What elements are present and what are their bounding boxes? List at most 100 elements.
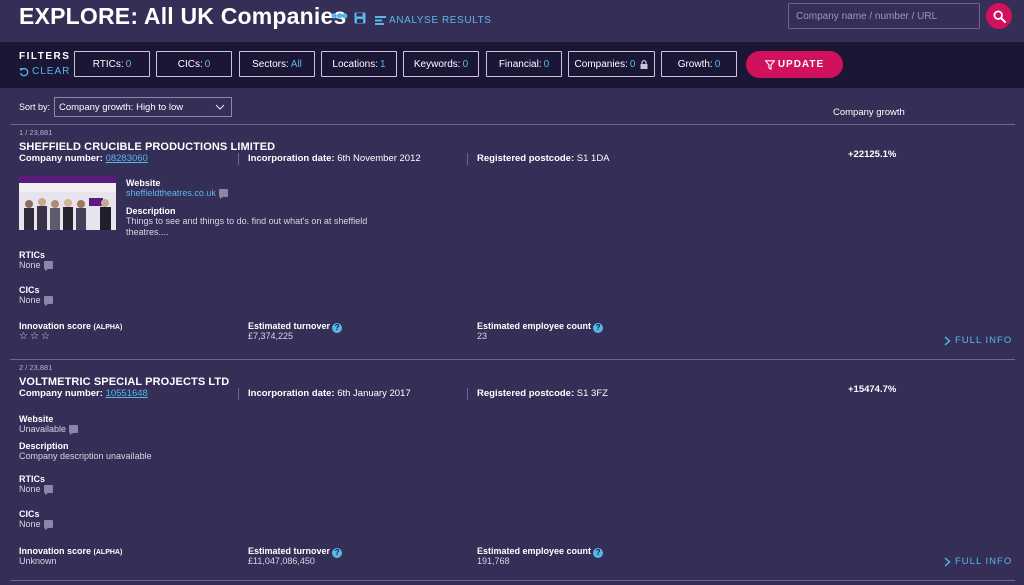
help-icon[interactable]: ? xyxy=(332,547,343,558)
comment-icon[interactable] xyxy=(69,425,79,435)
company-growth-column-header: Company growth xyxy=(833,107,905,118)
page-title: EXPLORE: All UK Companies xyxy=(19,3,347,29)
full-info-button[interactable]: FULL INFO xyxy=(944,556,1012,567)
comment-icon[interactable] xyxy=(218,189,228,199)
filter-growth-value: 0 xyxy=(714,58,721,70)
filter-rtics[interactable]: RTICs: 0 xyxy=(74,51,150,77)
incorporation-date-label: Incorporation date: xyxy=(248,153,335,164)
sort-select[interactable]: Company growth: High to low xyxy=(54,97,232,117)
result-count: 1 / 23,881 xyxy=(19,128,53,137)
employee-count-label: Estimated employee count? xyxy=(477,321,604,333)
growth-value: +15474.7% xyxy=(848,384,897,395)
divider xyxy=(10,124,1015,125)
postcode-label: Registered postcode: xyxy=(477,153,575,164)
company-name-link[interactable]: SHEFFIELD CRUCIBLE PRODUCTIONS LIMITED xyxy=(19,141,275,153)
rtics-value: None xyxy=(19,260,41,270)
analyse-results-button[interactable]: ANALYSE RESULTS xyxy=(375,15,492,26)
filter-rtics-value: 0 xyxy=(125,58,132,70)
filter-growth[interactable]: Growth: 0 xyxy=(661,51,737,77)
divider xyxy=(467,388,468,400)
website-thumbnail[interactable] xyxy=(19,176,116,230)
divider xyxy=(10,359,1015,360)
chevron-right-icon xyxy=(944,335,951,346)
comment-icon[interactable] xyxy=(43,261,53,271)
company-number-link[interactable]: 08283060 xyxy=(106,153,148,164)
thumbnail-image xyxy=(19,192,116,230)
employee-count-label-text: Estimated employee count xyxy=(477,546,592,556)
incorporation-date-value: 6th November 2012 xyxy=(337,153,421,164)
analyse-icon xyxy=(375,16,386,25)
website-link[interactable]: sheffieldtheatres.co.uk xyxy=(126,188,216,198)
help-icon[interactable]: ? xyxy=(593,322,604,333)
help-icon[interactable]: ? xyxy=(593,547,604,558)
alpha-tag: (ALPHA) xyxy=(93,549,123,556)
filter-financial[interactable]: Financial: 0 xyxy=(486,51,562,77)
comment-icon[interactable] xyxy=(43,296,53,306)
turnover-value: £11,047,086,450 xyxy=(248,556,315,566)
lock-icon xyxy=(640,59,648,69)
comment-icon[interactable] xyxy=(43,520,53,530)
page-header: EXPLORE: All UK Companies ••• ANALYSE RE… xyxy=(0,0,1024,42)
company-number-field: Company number: 10551648 xyxy=(19,388,148,399)
description-label: Description xyxy=(126,206,176,216)
cics-field: None xyxy=(19,519,53,530)
rtics-field: None xyxy=(19,260,53,271)
incorporation-date-value: 6th January 2017 xyxy=(337,388,411,399)
result-count: 2 / 23,881 xyxy=(19,363,53,372)
chevron-down-icon xyxy=(215,104,225,110)
floppy-disk-icon[interactable] xyxy=(354,12,366,24)
full-info-label: FULL INFO xyxy=(955,556,1013,567)
thumbnail-header xyxy=(19,176,116,183)
incorporation-date-field: Incorporation date: 6th November 2012 xyxy=(248,153,421,164)
clear-filters-button[interactable]: CLEAR xyxy=(19,66,70,77)
postcode-field: Registered postcode: S1 1DA xyxy=(477,153,610,164)
help-icon[interactable]: ? xyxy=(332,322,343,333)
company-number-label: Company number: xyxy=(19,153,103,164)
update-button[interactable]: UPDATE xyxy=(746,51,843,78)
filter-keywords[interactable]: Keywords: 0 xyxy=(403,51,479,77)
rtics-value: None xyxy=(19,484,41,494)
filter-sectors-label: Sectors: xyxy=(252,58,289,70)
rtics-label: RTICs xyxy=(19,250,46,260)
postcode-value: S1 3FZ xyxy=(576,388,608,399)
description-text: Company description unavailable xyxy=(19,451,152,461)
search-button[interactable] xyxy=(986,3,1012,29)
filter-sectors[interactable]: Sectors: All xyxy=(239,51,315,77)
divider xyxy=(10,580,1015,581)
filters-title: FILTERS xyxy=(19,51,71,62)
cics-value: None xyxy=(19,295,41,305)
more-options-icon[interactable]: ••• xyxy=(331,7,348,25)
company-number-link[interactable]: 10551648 xyxy=(106,388,148,399)
clear-label: CLEAR xyxy=(32,66,71,77)
website-field: sheffieldtheatres.co.uk xyxy=(126,188,228,199)
website-label: Website xyxy=(19,414,54,424)
company-search-input[interactable] xyxy=(788,3,980,29)
comment-icon[interactable] xyxy=(43,485,53,495)
turnover-label-text: Estimated turnover xyxy=(248,546,331,556)
filter-cics-value: 0 xyxy=(204,58,211,70)
innovation-score-label: Innovation score (ALPHA) xyxy=(19,321,122,331)
rtics-field: None xyxy=(19,484,53,495)
cics-label: CICs xyxy=(19,509,40,519)
filter-cics[interactable]: CICs: 0 xyxy=(156,51,232,77)
cics-field: None xyxy=(19,295,53,306)
full-info-label: FULL INFO xyxy=(955,335,1013,346)
full-info-button[interactable]: FULL INFO xyxy=(944,335,1012,346)
reset-icon xyxy=(19,67,29,76)
filter-locations[interactable]: Locations: 1 xyxy=(321,51,397,77)
company-number-field: Company number: 08283060 xyxy=(19,153,148,164)
turnover-value: £7,374,225 xyxy=(248,331,294,341)
company-name-link[interactable]: VOLTMETRIC SPECIAL PROJECTS LTD xyxy=(19,376,229,388)
filter-growth-label: Growth: xyxy=(677,58,713,70)
filter-companies-label: Companies: xyxy=(574,58,628,70)
innovation-score-text: Innovation score xyxy=(19,321,92,331)
innovation-score-label: Innovation score (ALPHA) xyxy=(19,546,122,556)
rtics-label: RTICs xyxy=(19,474,46,484)
filter-bar: FILTERS CLEAR RTICs: 0 CICs: 0 Sectors: … xyxy=(0,42,1024,88)
employee-count-value: 191,768 xyxy=(477,556,510,566)
filter-companies[interactable]: Companies: 0 xyxy=(568,51,655,77)
funnel-icon xyxy=(764,59,775,70)
filter-cics-label: CICs: xyxy=(177,58,203,70)
website-label: Website xyxy=(126,178,161,188)
update-label: UPDATE xyxy=(777,59,825,70)
